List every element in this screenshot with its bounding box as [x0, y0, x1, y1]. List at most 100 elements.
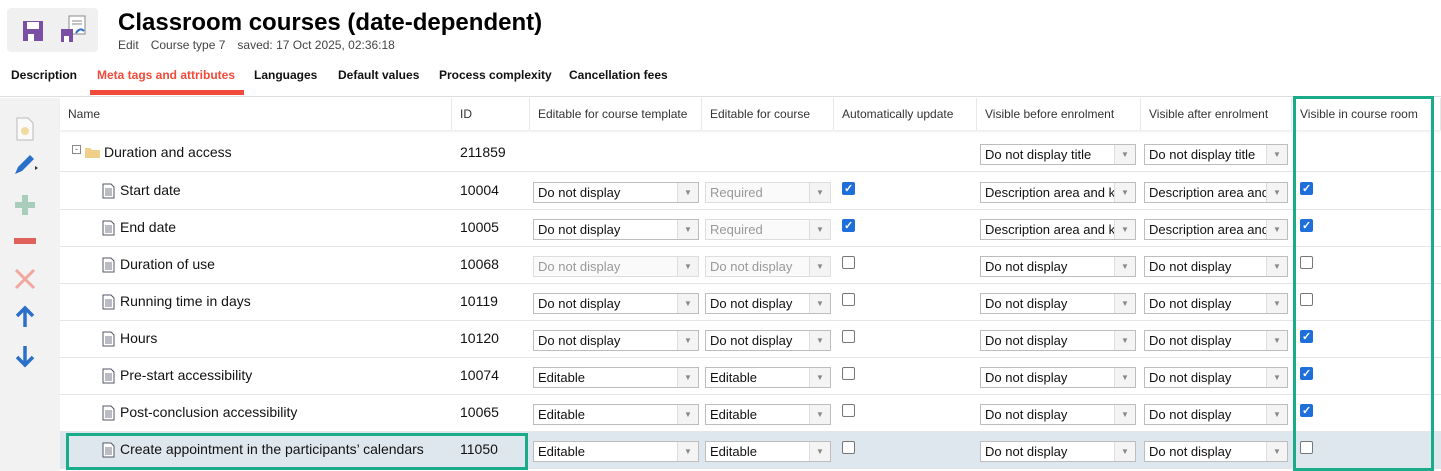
add-icon[interactable] — [12, 192, 38, 218]
column-header-before[interactable]: Visible before enrolment — [977, 98, 1141, 130]
visible-after-value: Description area and — [1149, 185, 1269, 200]
table-row[interactable]: Pre-start accessibility 10074 Editable ▼ E… — [60, 358, 1441, 395]
visible-in-course-room-checkbox[interactable] — [1300, 330, 1313, 343]
dropdown-arrow-icon: ▼ — [1266, 442, 1287, 461]
editable-course-select[interactable]: Editable ▼ — [705, 441, 831, 462]
move-up-icon[interactable] — [12, 304, 38, 330]
tab-languages[interactable]: Languages — [254, 68, 317, 82]
visible-in-course-room-checkbox[interactable] — [1300, 182, 1313, 195]
dropdown-arrow-icon: ▼ — [1266, 294, 1287, 313]
editable-template-select[interactable]: Editable ▼ — [533, 404, 699, 425]
document-icon — [102, 220, 115, 236]
delete-icon[interactable] — [12, 266, 38, 292]
column-header-template[interactable]: Editable for course template — [530, 98, 702, 130]
visible-after-select[interactable]: Do not display ▼ — [1144, 367, 1288, 388]
table-row[interactable]: Duration of use 10068 Do not display ▼ Do … — [60, 247, 1441, 284]
table-row[interactable]: Post-conclusion accessibility 10065 Edit… — [60, 395, 1441, 432]
dropdown-arrow-icon: ▼ — [1114, 183, 1135, 202]
visible-before-select[interactable]: Description area and ke ▼ — [980, 219, 1136, 240]
dropdown-arrow-icon: ▼ — [1266, 368, 1287, 387]
editable-course-select[interactable]: Do not display ▼ — [705, 330, 831, 351]
editable-course-select[interactable]: Editable ▼ — [705, 404, 831, 425]
editable-template-select[interactable]: Do not display ▼ — [533, 293, 699, 314]
auto-update-checkbox[interactable] — [842, 404, 855, 417]
table-row[interactable]: End date 10005 Do not display ▼ Required ▼ … — [60, 210, 1441, 247]
editable-course-value: Editable — [710, 407, 757, 422]
attribute-id: 10005 — [460, 219, 499, 235]
tab-process-complexity[interactable]: Process complexity — [439, 68, 552, 82]
visible-in-course-room-checkbox[interactable] — [1300, 219, 1313, 232]
visible-after-select[interactable]: Do not display ▼ — [1144, 330, 1288, 351]
attribute-name: Pre-start accessibility — [120, 367, 253, 383]
visible-after-select[interactable]: Do not display ▼ — [1144, 256, 1288, 277]
visible-after-select[interactable]: Do not display ▼ — [1144, 293, 1288, 314]
auto-update-checkbox[interactable] — [842, 293, 855, 306]
auto-update-checkbox[interactable] — [842, 367, 855, 380]
remove-icon[interactable] — [12, 229, 38, 255]
visible-before-select[interactable]: Do not display ▼ — [980, 441, 1136, 462]
document-icon — [102, 331, 115, 347]
edit-icon[interactable] — [12, 152, 38, 178]
visible-in-course-room-checkbox[interactable] — [1300, 256, 1313, 269]
column-header-room[interactable]: Visible in course room — [1292, 98, 1441, 130]
editable-course-value: Editable — [710, 444, 757, 459]
visible-after-select[interactable]: Do not display title ▼ — [1144, 144, 1288, 165]
table-row[interactable]: Create appointment in the participants’ … — [60, 432, 1441, 469]
visible-before-select[interactable]: Description area and ke ▼ — [980, 182, 1136, 203]
tab-description[interactable]: Description — [11, 68, 77, 82]
visible-before-value: Do not display — [985, 296, 1068, 311]
visible-after-select[interactable]: Description area and ▼ — [1144, 182, 1288, 203]
column-header-name[interactable]: Name — [60, 98, 452, 130]
document-icon — [102, 368, 115, 384]
table-row[interactable]: Hours 10120 Do not display ▼ Do not displa… — [60, 321, 1441, 358]
auto-update-checkbox[interactable] — [842, 441, 855, 454]
editable-template-select[interactable]: Editable ▼ — [533, 367, 699, 388]
visible-in-course-room-checkbox[interactable] — [1300, 441, 1313, 454]
column-header-course[interactable]: Editable for course — [702, 98, 834, 130]
new-attribute-icon[interactable] — [12, 116, 38, 142]
visible-in-course-room-checkbox[interactable] — [1300, 293, 1313, 306]
group-row[interactable]: - Duration and access 211859 Do not disp… — [60, 135, 1441, 172]
column-header-after[interactable]: Visible after enrolment — [1141, 98, 1292, 130]
visible-after-select[interactable]: Do not display ▼ — [1144, 441, 1288, 462]
dropdown-arrow-icon: ▼ — [1114, 405, 1135, 424]
visible-after-value: Do not display — [1149, 407, 1232, 422]
save-icon[interactable] — [22, 20, 44, 42]
editable-template-select[interactable]: Do not display ▼ — [533, 219, 699, 240]
tab-cancellation-fees[interactable]: Cancellation fees — [569, 68, 668, 82]
visible-in-course-room-checkbox[interactable] — [1300, 404, 1313, 417]
visible-before-select[interactable]: Do not display title ▼ — [980, 144, 1136, 165]
auto-update-checkbox[interactable] — [842, 219, 855, 232]
editable-template-select[interactable]: Editable ▼ — [533, 441, 699, 462]
auto-update-checkbox[interactable] — [842, 256, 855, 269]
move-down-icon[interactable] — [12, 343, 38, 369]
editable-course-select[interactable]: Editable ▼ — [705, 367, 831, 388]
attribute-name: Post-conclusion accessibility — [120, 404, 298, 420]
save-and-publish-icon[interactable] — [59, 15, 89, 45]
collapse-icon[interactable]: - — [72, 145, 81, 154]
editable-template-select[interactable]: Do not display ▼ — [533, 330, 699, 351]
visible-before-select[interactable]: Do not display ▼ — [980, 330, 1136, 351]
visible-before-select[interactable]: Do not display ▼ — [980, 256, 1136, 277]
column-header-auto-update[interactable]: Automatically update — [834, 98, 977, 130]
visible-in-course-room-checkbox[interactable] — [1300, 367, 1313, 380]
visible-before-select[interactable]: Do not display ▼ — [980, 293, 1136, 314]
visible-after-select[interactable]: Description area and ▼ — [1144, 219, 1288, 240]
side-toolbar — [0, 98, 60, 471]
visible-before-select[interactable]: Do not display ▼ — [980, 404, 1136, 425]
editable-course-select[interactable]: Do not display ▼ — [705, 293, 831, 314]
auto-update-checkbox[interactable] — [842, 182, 855, 195]
column-header-id[interactable]: ID — [452, 98, 530, 130]
dropdown-arrow-icon: ▼ — [809, 294, 830, 313]
auto-update-checkbox[interactable] — [842, 330, 855, 343]
visible-before-select[interactable]: Do not display ▼ — [980, 367, 1136, 388]
visible-after-select[interactable]: Do not display ▼ — [1144, 404, 1288, 425]
editable-template-select[interactable]: Do not display ▼ — [533, 182, 699, 203]
tab-meta-tags[interactable]: Meta tags and attributes — [89, 68, 245, 95]
tab-default-values[interactable]: Default values — [338, 68, 419, 82]
table-row[interactable]: Start date 10004 Do not display ▼ Required… — [60, 173, 1441, 210]
dropdown-arrow-icon: ▼ — [1114, 145, 1135, 164]
folder-icon — [85, 148, 100, 158]
table-row[interactable]: Running time in days 10119 Do not displa… — [60, 284, 1441, 321]
attribute-id: 10119 — [460, 293, 498, 309]
